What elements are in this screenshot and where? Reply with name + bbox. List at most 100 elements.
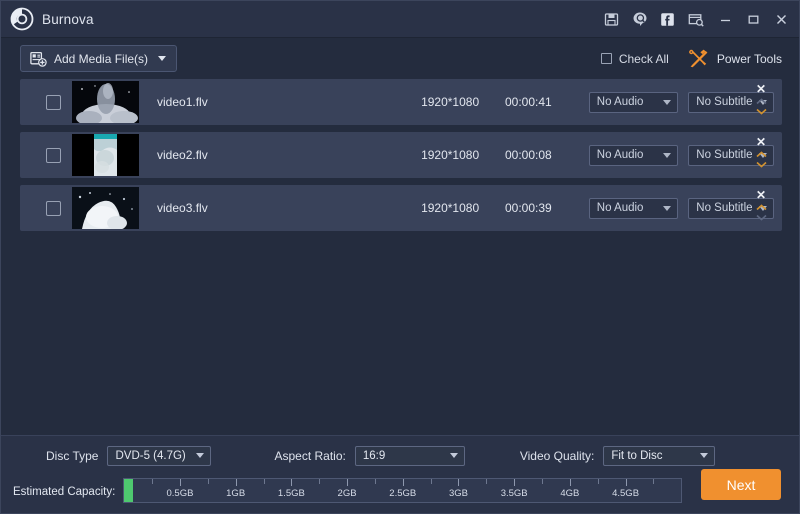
capacity-tick-label: 3GB — [449, 488, 468, 499]
bottom-settings-bar: Disc Type DVD-5 (4.7G) Aspect Ratio: 16:… — [1, 435, 799, 513]
table-row[interactable]: video2.flv 1920*1080 00:00:08 No Audio N… — [20, 132, 782, 178]
aspect-ratio-label: Aspect Ratio: — [274, 449, 345, 463]
next-button[interactable]: Next — [701, 469, 781, 500]
move-up-icon[interactable] — [756, 98, 767, 105]
chevron-down-icon — [663, 100, 671, 105]
chevron-down-icon[interactable] — [158, 56, 166, 61]
remove-row-icon[interactable]: ✕ — [756, 136, 766, 148]
save-project-icon[interactable] — [603, 11, 620, 28]
resolution-value: 1920*1080 — [421, 95, 489, 109]
capacity-tick-label: 1.5GB — [278, 488, 305, 499]
add-media-button[interactable]: Add Media File(s) — [20, 45, 177, 72]
add-media-label: Add Media File(s) — [54, 52, 148, 66]
toolbar-right-group: Check All Power Tools — [601, 49, 782, 68]
audio-track-value: No Audio — [597, 96, 664, 108]
row-checkbox[interactable] — [46, 95, 61, 110]
capacity-tick — [570, 479, 571, 486]
resolution-value: 1920*1080 — [421, 201, 489, 215]
capacity-tick-minor — [653, 479, 654, 484]
capacity-tick — [626, 479, 627, 486]
capacity-tick — [514, 479, 515, 486]
minimize-button[interactable] — [718, 12, 733, 27]
capacity-tick-minor — [542, 479, 543, 484]
file-name: video3.flv — [157, 201, 421, 215]
table-row[interactable]: video1.flv 1920*1080 00:00:41 No Audio N… — [20, 79, 782, 125]
close-button[interactable] — [774, 12, 789, 27]
add-media-icon — [30, 51, 47, 67]
chevron-down-icon — [450, 453, 458, 458]
resolution-value: 1920*1080 — [421, 148, 489, 162]
move-down-icon[interactable] — [756, 161, 767, 168]
aspect-ratio-select[interactable]: 16:9 — [355, 446, 465, 466]
audio-track-select[interactable]: No Audio — [589, 198, 679, 219]
row-checkbox[interactable] — [46, 201, 61, 216]
disc-type-value: DVD-5 (4.7G) — [115, 450, 196, 462]
row-controls: ✕ — [751, 83, 771, 121]
capacity-tick-minor — [486, 479, 487, 484]
duration-value: 00:00:08 — [505, 148, 575, 162]
capacity-tick — [291, 479, 292, 486]
row-controls: ✕ — [751, 189, 771, 227]
main-toolbar: Add Media File(s) Check All Pow — [1, 38, 799, 79]
burnova-window: Burnova — [0, 0, 800, 514]
capacity-tick-minor — [431, 479, 432, 484]
audio-track-select[interactable]: No Audio — [589, 92, 679, 113]
remove-row-icon[interactable]: ✕ — [756, 83, 766, 95]
next-button-label: Next — [727, 477, 756, 493]
capacity-tick — [458, 479, 459, 486]
video-thumbnail — [72, 81, 139, 123]
duration-value: 00:00:41 — [505, 95, 575, 109]
move-up-icon[interactable] — [756, 204, 767, 211]
capacity-tick-minor — [375, 479, 376, 484]
capacity-row: Estimated Capacity: 0.5GB1GB1.5GB2GB2.5G… — [1, 475, 799, 514]
check-all-label: Check All — [619, 52, 669, 66]
file-name: video2.flv — [157, 148, 421, 162]
capacity-tick-label: 2GB — [338, 488, 357, 499]
media-list: video1.flv 1920*1080 00:00:41 No Audio N… — [1, 79, 799, 435]
check-all-control[interactable]: Check All — [601, 52, 669, 66]
capacity-bar: 0.5GB1GB1.5GB2GB2.5GB3GB3.5GB4GB4.5GB — [123, 478, 682, 503]
capacity-tick-label: 3.5GB — [501, 488, 528, 499]
table-row[interactable]: video3.flv 1920*1080 00:00:39 No Audio N… — [20, 185, 782, 231]
remove-row-icon[interactable]: ✕ — [756, 189, 766, 201]
video-thumbnail — [72, 187, 139, 229]
help-search-icon[interactable] — [631, 11, 648, 28]
register-icon[interactable] — [687, 11, 704, 28]
move-down-icon[interactable] — [756, 108, 767, 115]
check-all-checkbox[interactable] — [601, 53, 612, 64]
facebook-icon[interactable] — [659, 11, 676, 28]
title-bar: Burnova — [1, 1, 799, 38]
window-title: Burnova — [42, 12, 94, 27]
chevron-down-icon — [196, 453, 204, 458]
capacity-tick-label: 2.5GB — [389, 488, 416, 499]
chevron-down-icon — [663, 153, 671, 158]
capacity-tick-label: 1GB — [226, 488, 245, 499]
capacity-tick-minor — [598, 479, 599, 484]
chevron-down-icon — [663, 206, 671, 211]
titlebar-icon-group — [603, 11, 704, 28]
capacity-tick — [236, 479, 237, 486]
subtitle-value: No Subtitle — [696, 149, 759, 161]
maximize-button[interactable] — [746, 12, 761, 27]
power-tools-button[interactable]: Power Tools — [688, 49, 782, 68]
row-checkbox[interactable] — [46, 148, 61, 163]
audio-track-value: No Audio — [597, 202, 664, 214]
audio-track-select[interactable]: No Audio — [589, 145, 679, 166]
aspect-ratio-value: 16:9 — [363, 450, 450, 462]
capacity-tick-label: 4GB — [560, 488, 579, 499]
subtitle-value: No Subtitle — [696, 96, 759, 108]
subtitle-value: No Subtitle — [696, 202, 759, 214]
file-name: video1.flv — [157, 95, 421, 109]
capacity-tick — [403, 479, 404, 486]
burnova-disc-logo-icon — [9, 6, 35, 32]
move-down-icon[interactable] — [756, 214, 767, 221]
video-quality-select[interactable]: Fit to Disc — [603, 446, 715, 466]
audio-track-value: No Audio — [597, 149, 664, 161]
disc-type-select[interactable]: DVD-5 (4.7G) — [107, 446, 211, 466]
disc-type-label: Disc Type — [46, 449, 98, 463]
estimated-capacity-label: Estimated Capacity: — [13, 486, 115, 498]
move-up-icon[interactable] — [756, 151, 767, 158]
video-quality-value: Fit to Disc — [611, 450, 700, 462]
duration-value: 00:00:39 — [505, 201, 575, 215]
capacity-tick — [347, 479, 348, 486]
